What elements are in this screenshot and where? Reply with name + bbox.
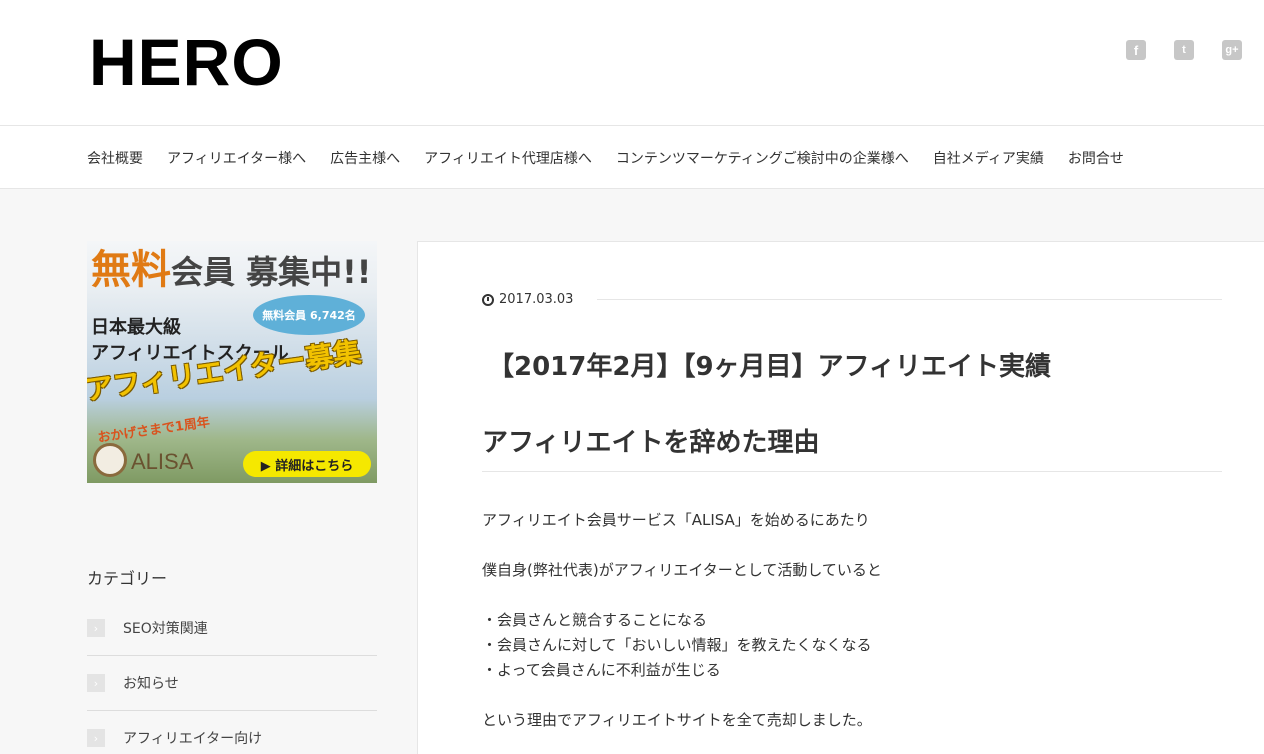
banner-free-text: 無料 [91, 247, 171, 293]
twitter-icon[interactable]: t [1174, 40, 1194, 60]
post-paragraph: アフィリエイト会員サービス「ALISA」を始めるにあたり [482, 511, 870, 529]
alisa-logo-icon [93, 443, 127, 477]
alisa-banner[interactable]: 無料会員 募集中!! 無料会員 6,742名 日本最大級 アフィリエイトスクール… [87, 241, 377, 483]
category-label[interactable]: SEO対策関連 [123, 618, 208, 638]
post-bullet: ・よって会員さんに不利益が生じる [482, 661, 721, 679]
post-paragraph: 僕自身(弊社代表)がアフィリエイターとして活動していると [482, 561, 882, 579]
banner-anniversary: おかげさまで1周年 [96, 415, 211, 446]
nav-item-agencies[interactable]: アフィリエイト代理店様へ [424, 148, 592, 168]
site-header: HERO f t g+ [0, 0, 1264, 126]
banner-headline: 無料会員 募集中!! [91, 247, 371, 295]
nav-item-advertisers[interactable]: 広告主様へ [330, 148, 400, 168]
banner-line-1: 日本最大級 [91, 317, 181, 338]
category-list: › SEO対策関連 › お知らせ › アフィリエイター向け [87, 601, 377, 754]
banner-details-button[interactable]: ▶ 詳細はこちら [243, 451, 371, 477]
post-content: 2017.03.03 【2017年2月】【9ヶ月目】アフィリエイト実績 アフィリ… [417, 241, 1264, 754]
site-logo[interactable]: HERO [89, 22, 284, 102]
chevron-right-icon: › [87, 729, 105, 747]
category-label[interactable]: アフィリエイター向け [123, 728, 262, 748]
nav-item-content-marketing[interactable]: コンテンツマーケティングご検討中の企業様へ [616, 148, 909, 168]
chevron-right-icon: › [87, 674, 105, 692]
post-heading: アフィリエイトを辞めた理由 [482, 422, 1222, 472]
google-plus-icon[interactable]: g+ [1222, 40, 1242, 60]
post-bullet: ・会員さんと競合することになる [482, 611, 708, 629]
nav-item-company[interactable]: 会社概要 [87, 148, 143, 168]
nav-item-media[interactable]: 自社メディア実績 [933, 148, 1044, 168]
nav-item-affiliators[interactable]: アフィリエイター様へ [167, 148, 306, 168]
banner-logo: ALISA [131, 449, 194, 474]
facebook-icon[interactable]: f [1126, 40, 1146, 60]
post-date: 2017.03.03 [499, 292, 574, 307]
post-paragraph: という理由でアフィリエイトサイトを全て売却しました。 [482, 711, 872, 729]
category-item[interactable]: › お知らせ [87, 656, 377, 711]
category-item[interactable]: › アフィリエイター向け [87, 711, 377, 754]
divider [597, 299, 1222, 300]
category-label[interactable]: お知らせ [123, 673, 179, 693]
category-title: カテゴリー [87, 569, 168, 588]
nav-item-contact[interactable]: お問合せ [1068, 148, 1124, 168]
banner-recruit-text: 会員 募集中!! [171, 253, 372, 291]
clock-icon [482, 293, 494, 306]
post-meta: 2017.03.03 [482, 292, 1222, 307]
post-title: 【2017年2月】【9ヶ月目】アフィリエイト実績 [488, 352, 1052, 382]
member-count-badge: 無料会員 6,742名 [253, 295, 365, 335]
post-bullet: ・会員さんに対して「おいしい情報」を教えたくなくなる [482, 636, 872, 654]
category-item[interactable]: › SEO対策関連 [87, 601, 377, 656]
chevron-right-icon: › [87, 619, 105, 637]
main-nav: 会社概要 アフィリエイター様へ 広告主様へ アフィリエイト代理店様へ コンテンツ… [0, 126, 1264, 189]
